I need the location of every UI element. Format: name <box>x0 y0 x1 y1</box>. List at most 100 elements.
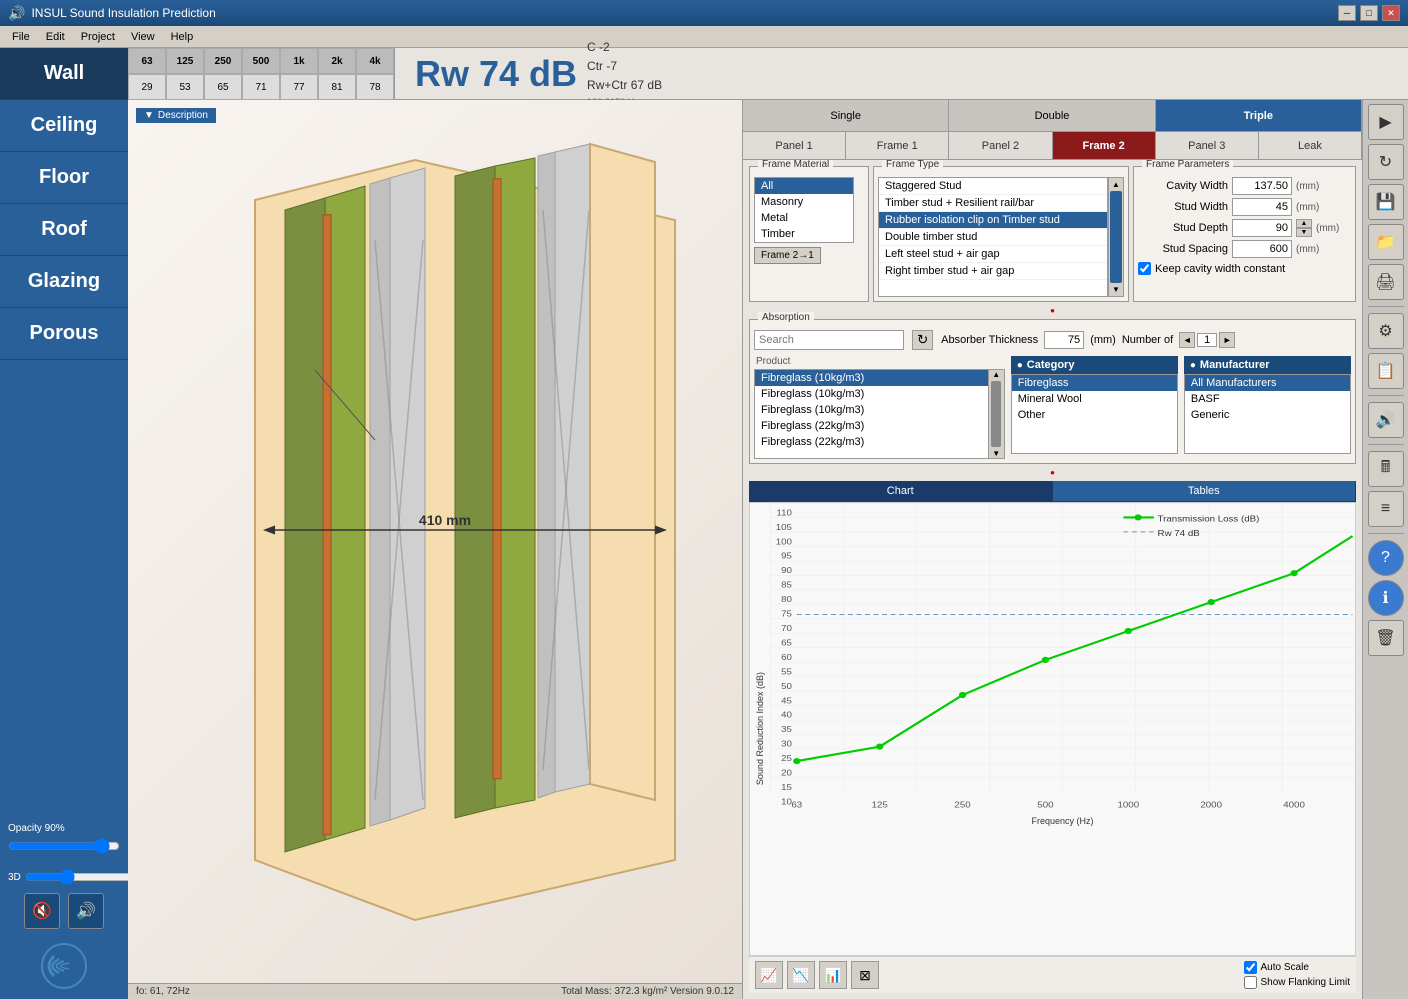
subtab-panel1[interactable]: Panel 1 <box>743 132 846 159</box>
window-controls[interactable]: ─ □ ✕ <box>1338 5 1400 21</box>
absorber-thickness-input[interactable] <box>1044 331 1084 349</box>
sidebar-item-glazing[interactable]: Glazing <box>0 256 128 308</box>
fm-all[interactable]: All <box>755 178 853 194</box>
spinner-inc-button[interactable]: ► <box>1219 332 1235 348</box>
info-button[interactable]: ℹ <box>1368 580 1404 616</box>
product-item-2[interactable]: Fibreglass (10kg/m3) <box>755 402 988 418</box>
show-flanking-checkbox[interactable] <box>1244 976 1257 989</box>
cavity-width-input[interactable] <box>1232 177 1292 195</box>
mfr-basf[interactable]: BASF <box>1185 391 1350 407</box>
product-scrollbar[interactable]: ▲ ▼ <box>988 370 1004 458</box>
spinner-dec-button[interactable]: ◄ <box>1179 332 1195 348</box>
cat-fibreglass[interactable]: Fibreglass <box>1012 375 1177 391</box>
sidebar-item-floor[interactable]: Floor <box>0 152 128 204</box>
keep-width-checkbox[interactable] <box>1138 262 1151 275</box>
sidebar-item-porous[interactable]: Porous <box>0 308 128 360</box>
description-button[interactable]: ▼ Description <box>136 108 216 123</box>
canvas-status: fo: 61, 72Hz Total Mass: 372.3 kg/m² Ver… <box>128 983 742 999</box>
chart-icon-2-button[interactable]: 📉 <box>787 961 815 989</box>
delete-button[interactable]: 🗑 <box>1368 620 1404 656</box>
svg-text:75: 75 <box>781 609 792 618</box>
menu-view[interactable]: View <box>123 29 163 45</box>
product-item-0[interactable]: Fibreglass (10kg/m3) <box>755 370 988 386</box>
product-item-4[interactable]: Fibreglass (22kg/m3) <box>755 434 988 450</box>
refresh-button[interactable]: ↻ <box>1368 144 1404 180</box>
ft-right-timber[interactable]: Right timber stud + air gap <box>879 263 1107 280</box>
manufacturer-list: All Manufacturers BASF Generic <box>1184 374 1351 454</box>
sidebar-item-ceiling[interactable]: Ceiling <box>0 100 128 152</box>
subtab-leak[interactable]: Leak <box>1259 132 1362 159</box>
frame-params-title: Frame Parameters <box>1142 160 1233 170</box>
subtab-frame2[interactable]: Frame 2 <box>1053 132 1156 159</box>
subtab-frame1[interactable]: Frame 1 <box>846 132 949 159</box>
speaker-toolbar-button[interactable]: 🔊 <box>1368 402 1404 438</box>
chart-tab-tables[interactable]: Tables <box>1053 481 1357 501</box>
stud-depth-unit: (mm) <box>1316 223 1351 234</box>
save-button[interactable]: 💾 <box>1368 184 1404 220</box>
fm-metal[interactable]: Metal <box>755 210 853 226</box>
sidebar-item-wall[interactable]: Wall <box>0 48 128 100</box>
maximize-button[interactable]: □ <box>1360 5 1378 21</box>
ft-timber-resilient[interactable]: Timber stud + Resilient rail/bar <box>879 195 1107 212</box>
mfr-generic[interactable]: Generic <box>1185 407 1350 423</box>
opacity-slider[interactable] <box>8 838 120 854</box>
wall-3d-view: 410 mm <box>175 140 695 960</box>
cat-other[interactable]: Other <box>1012 407 1177 423</box>
ft-staggered-stud[interactable]: Staggered Stud <box>879 178 1107 195</box>
fm-timber[interactable]: Timber <box>755 226 853 242</box>
sound-buttons: 🔇 🔊 <box>0 889 128 933</box>
ft-left-steel[interactable]: Left steel stud + air gap <box>879 246 1107 263</box>
ft-double-timber[interactable]: Double timber stud <box>879 229 1107 246</box>
search-refresh-button[interactable]: ↻ <box>912 330 933 350</box>
calculator-button[interactable]: 🖩 <box>1368 451 1404 487</box>
subtab-panel3[interactable]: Panel 3 <box>1156 132 1259 159</box>
chart-icon-1-button[interactable]: 📈 <box>755 961 783 989</box>
absorption-search[interactable] <box>754 330 904 350</box>
stud-depth-down-button[interactable]: ▼ <box>1296 228 1312 237</box>
cat-mineral-wool[interactable]: Mineral Wool <box>1012 391 1177 407</box>
sidebar-item-roof[interactable]: Roof <box>0 204 128 256</box>
list-button[interactable]: ≡ <box>1368 491 1404 527</box>
speaker-off-button[interactable]: 🔇 <box>24 893 60 929</box>
help-button[interactable]: ? <box>1368 540 1404 576</box>
frame-parameters-section: Frame Parameters Cavity Width (mm) Stud … <box>1133 166 1356 302</box>
settings-button[interactable]: ⚙ <box>1368 313 1404 349</box>
svg-text:40: 40 <box>781 710 792 719</box>
print-icon: 🖨 <box>1375 272 1395 292</box>
product-item-1[interactable]: Fibreglass (10kg/m3) <box>755 386 988 402</box>
frame-type-scrollbar[interactable]: ▲ ▼ <box>1108 177 1124 297</box>
menu-project[interactable]: Project <box>73 29 123 45</box>
menu-edit[interactable]: Edit <box>38 29 73 45</box>
close-button[interactable]: ✕ <box>1382 5 1400 21</box>
chart-area: Chart Tables Sound Reduction Index (dB) <box>749 481 1356 993</box>
tab-double[interactable]: Double <box>949 100 1155 131</box>
stud-spacing-label: Stud Spacing <box>1138 243 1228 255</box>
ft-rubber-isolation[interactable]: Rubber isolation clip on Timber stud <box>879 212 1107 229</box>
minimize-button[interactable]: ─ <box>1338 5 1356 21</box>
fm-masonry[interactable]: Masonry <box>755 194 853 210</box>
product-item-3[interactable]: Fibreglass (22kg/m3) <box>755 418 988 434</box>
menu-file[interactable]: File <box>4 29 38 45</box>
menu-help[interactable]: Help <box>163 29 202 45</box>
print-button[interactable]: 🖨 <box>1368 264 1404 300</box>
thickness-row: Absorber Thickness (mm) Number of ◄ 1 ► <box>941 331 1235 349</box>
tab-single[interactable]: Single <box>743 100 949 131</box>
stud-width-input[interactable] <box>1232 198 1292 216</box>
notes-button[interactable]: 📋 <box>1368 353 1404 389</box>
tab-triple[interactable]: Triple <box>1156 100 1362 131</box>
speaker-on-button[interactable]: 🔊 <box>68 893 104 929</box>
svg-text:4000: 4000 <box>1283 800 1305 809</box>
chart-icon-4-button[interactable]: ⊠ <box>851 961 879 989</box>
stud-depth-input[interactable] <box>1232 219 1292 237</box>
chart-tab-chart[interactable]: Chart <box>749 481 1053 501</box>
toolbar-divider-4 <box>1368 533 1404 534</box>
play-button[interactable]: ▶ <box>1368 104 1404 140</box>
mfr-all[interactable]: All Manufacturers <box>1185 375 1350 391</box>
auto-scale-checkbox[interactable] <box>1244 961 1257 974</box>
chart-icon-3-button[interactable]: 📊 <box>819 961 847 989</box>
folder-button[interactable]: 📁 <box>1368 224 1404 260</box>
stud-spacing-input[interactable] <box>1232 240 1292 258</box>
frame2-to-1-button[interactable]: Frame 2→1 <box>754 247 821 264</box>
stud-depth-up-button[interactable]: ▲ <box>1296 219 1312 228</box>
subtab-panel2[interactable]: Panel 2 <box>949 132 1052 159</box>
